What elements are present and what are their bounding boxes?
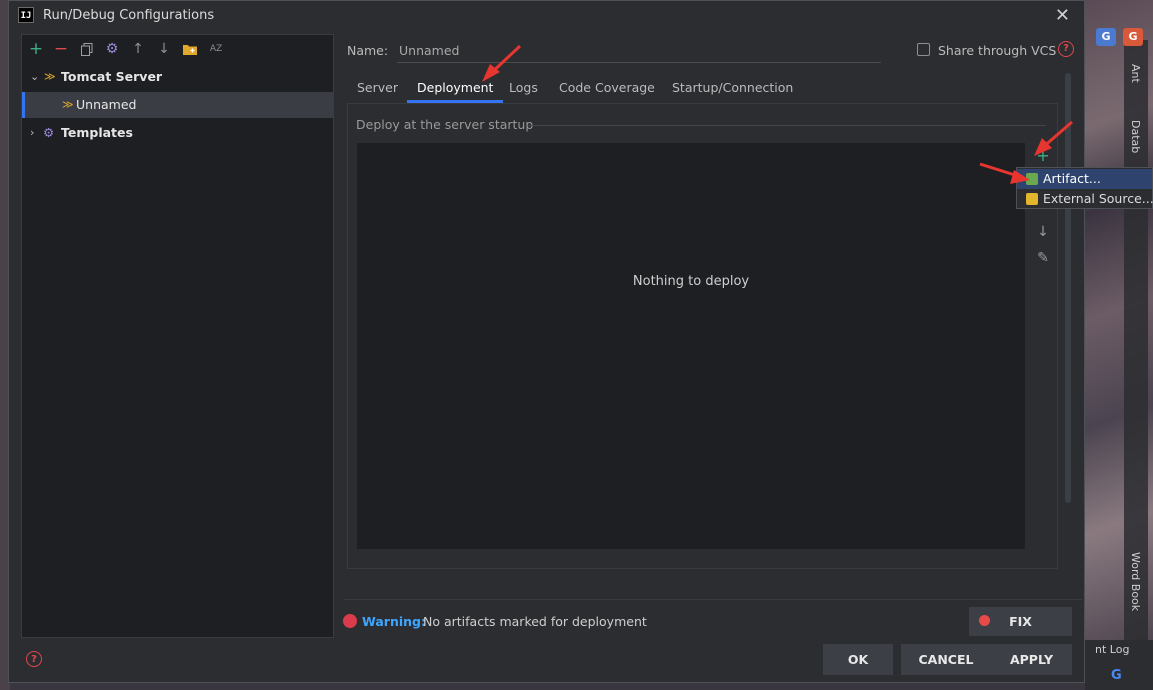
name-label: Name: xyxy=(347,43,389,58)
move-up-button[interactable]: ↑ xyxy=(128,39,148,59)
add-configuration-button[interactable]: + xyxy=(26,39,46,59)
share-through-vcs-label[interactable]: Share through VCS xyxy=(938,43,1056,58)
tomcat-icon: ≫ xyxy=(44,70,56,83)
add-deployment-icon[interactable]: + xyxy=(1034,146,1052,165)
create-folder-button[interactable] xyxy=(180,39,200,59)
deployment-tab-content: Deploy at the server startup Nothing to … xyxy=(347,103,1058,569)
tomcat-icon: ≫ xyxy=(62,98,74,111)
google-icon[interactable]: G xyxy=(1111,668,1122,683)
tree-toolbar: + − ⚙ ↑ ↓ AZ xyxy=(22,39,333,61)
chevron-right-icon: › xyxy=(30,126,35,139)
tab-deployment[interactable]: Deployment xyxy=(406,73,505,103)
dialog-title: Run/Debug Configurations xyxy=(43,8,215,23)
tree-item-label: Templates xyxy=(61,125,133,140)
sort-alphabetically-button[interactable]: AZ xyxy=(206,39,226,59)
lightbulb-icon xyxy=(979,615,990,626)
section-title: Deploy at the server startup xyxy=(356,117,534,132)
translate-extension-icon[interactable]: G xyxy=(1123,28,1143,46)
bottom-divider xyxy=(344,599,1082,600)
copy-icon xyxy=(81,43,93,56)
ant-toolwindow-label[interactable]: Ant xyxy=(1129,64,1142,83)
chevron-down-icon: ⌄ xyxy=(30,70,40,83)
ide-bottom-strip: nt Log G xyxy=(1085,640,1153,690)
intellij-app-icon: IJ xyxy=(18,7,34,23)
tree-item-label: Tomcat Server xyxy=(61,69,163,84)
popup-item-label: Artifact... xyxy=(1043,171,1101,186)
help-icon[interactable]: ? xyxy=(1058,41,1074,57)
tree-item-tomcat-server[interactable]: ⌄ ≫ Tomcat Server xyxy=(22,64,333,90)
tab-code-coverage[interactable]: Code Coverage xyxy=(559,73,655,103)
popup-item-label: External Source... xyxy=(1043,191,1153,206)
share-through-vcs-checkbox[interactable] xyxy=(917,43,930,56)
vertical-scrollbar[interactable] xyxy=(1065,73,1071,503)
dialog-titlebar: IJ Run/Debug Configurations ✕ xyxy=(9,1,1084,31)
close-icon[interactable]: ✕ xyxy=(1055,5,1070,26)
warning-text: No artifacts marked for deployment xyxy=(423,614,647,629)
tab-startup-connection[interactable]: Startup/Connection xyxy=(672,73,793,103)
add-deployment-popup: Artifact... External Source... xyxy=(1016,167,1153,209)
run-debug-configurations-dialog: IJ Run/Debug Configurations ✕ + − ⚙ ↑ ↓ … xyxy=(8,0,1085,683)
database-toolwindow-label[interactable]: Datab xyxy=(1129,120,1142,153)
folder-add-icon xyxy=(183,45,197,55)
selection-indicator xyxy=(22,92,25,118)
apply-button[interactable]: APPLY xyxy=(991,644,1072,675)
popup-item-external-source[interactable]: External Source... xyxy=(1017,189,1153,209)
name-input-underline xyxy=(397,62,881,63)
configurations-tree-panel: + − ⚙ ↑ ↓ AZ ⌄ ≫ Tomcat Server ≫ Unnamed… xyxy=(21,34,334,638)
event-log-label[interactable]: nt Log xyxy=(1095,643,1129,656)
popup-item-artifact[interactable]: Artifact... xyxy=(1017,169,1152,189)
word-book-toolwindow-label[interactable]: Word Book xyxy=(1129,552,1142,611)
name-input[interactable]: Unnamed xyxy=(399,43,459,58)
move-down-button[interactable]: ↓ xyxy=(154,39,174,59)
section-divider xyxy=(528,125,1046,126)
empty-list-text: Nothing to deploy xyxy=(632,274,750,289)
fix-button[interactable]: FIX xyxy=(969,607,1072,636)
tree-item-unnamed[interactable]: ≫ Unnamed xyxy=(22,92,333,118)
edit-pencil-icon[interactable]: ✎ xyxy=(1034,250,1052,266)
cancel-button[interactable]: CANCEL xyxy=(901,644,991,675)
edit-templates-button[interactable]: ⚙ xyxy=(102,39,122,59)
tab-server[interactable]: Server xyxy=(357,73,398,103)
artifact-icon xyxy=(1026,173,1038,185)
tab-logs[interactable]: Logs xyxy=(509,73,538,103)
ok-button[interactable]: OK xyxy=(823,644,893,675)
deployment-list[interactable]: Nothing to deploy xyxy=(357,143,1025,549)
copy-configuration-button[interactable] xyxy=(77,39,97,59)
wrench-settings-icon: ⚙ xyxy=(43,125,55,140)
warning-label: Warning: xyxy=(362,614,426,629)
fix-button-label: FIX xyxy=(1009,614,1032,629)
tree-item-label: Unnamed xyxy=(76,97,137,112)
remove-configuration-button[interactable]: − xyxy=(51,39,71,59)
move-down-icon[interactable]: ↓ xyxy=(1034,224,1052,240)
warning-icon xyxy=(343,614,357,628)
google-translate-icon[interactable]: G xyxy=(1096,28,1116,46)
external-source-icon xyxy=(1026,193,1038,205)
tree-item-templates[interactable]: › ⚙ Templates xyxy=(22,120,333,146)
help-icon[interactable]: ? xyxy=(26,651,42,667)
